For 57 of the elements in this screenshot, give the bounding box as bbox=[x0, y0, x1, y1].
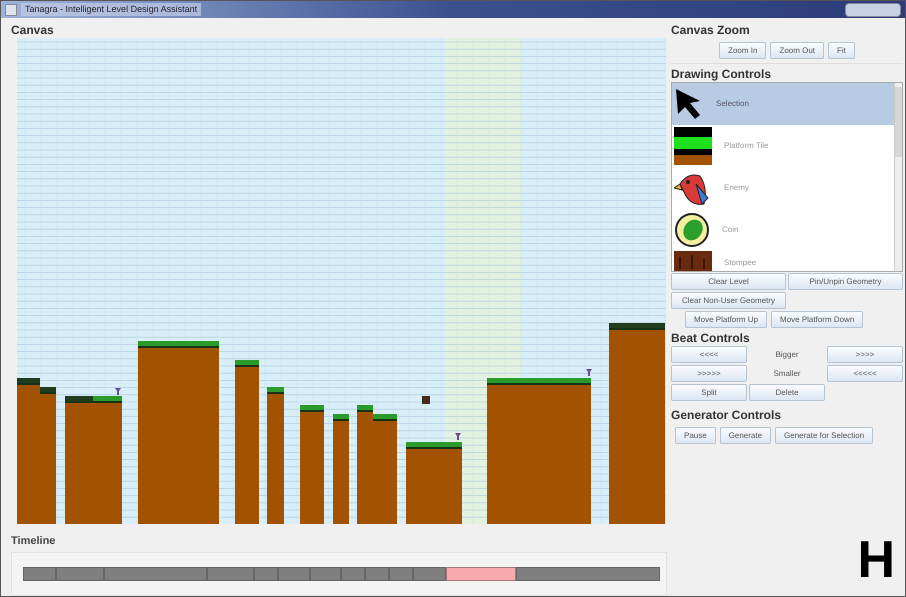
enemy-marker-icon[interactable] bbox=[115, 388, 121, 395]
timeline-beat[interactable] bbox=[446, 567, 516, 581]
app-icon bbox=[5, 4, 17, 16]
timeline-beat[interactable] bbox=[365, 567, 389, 581]
beat-size-label: Smaller bbox=[772, 368, 802, 380]
coin-icon bbox=[674, 212, 710, 248]
timeline-beat[interactable] bbox=[389, 567, 413, 581]
platform[interactable] bbox=[65, 396, 93, 524]
tool-list-item[interactable]: Selection bbox=[672, 83, 894, 125]
timeline-beat[interactable] bbox=[104, 567, 207, 581]
panel-title: Timeline bbox=[11, 534, 56, 548]
button[interactable]: <<<<< bbox=[827, 365, 903, 382]
button[interactable]: Clear Non-User Geometry bbox=[671, 292, 786, 309]
panel-title: Canvas bbox=[11, 22, 55, 38]
timeline-beat[interactable] bbox=[207, 567, 254, 581]
window-controls[interactable] bbox=[845, 2, 901, 16]
button[interactable]: Pause bbox=[675, 427, 716, 444]
figure-label: H bbox=[857, 534, 895, 586]
timeline-beat[interactable] bbox=[341, 567, 365, 581]
button[interactable]: >>>>> bbox=[671, 365, 747, 382]
enemy-marker-icon[interactable] bbox=[455, 433, 461, 440]
platform-tile-icon bbox=[674, 127, 712, 165]
button[interactable]: Fit bbox=[828, 42, 855, 59]
panel-title: Beat Controls bbox=[671, 330, 751, 346]
timeline-beat[interactable] bbox=[310, 567, 341, 581]
button[interactable]: Pin/Unpin Geometry bbox=[788, 273, 903, 290]
platform[interactable] bbox=[17, 378, 40, 524]
panel-title: Canvas Zoom bbox=[671, 22, 751, 38]
button[interactable]: Generate bbox=[720, 427, 772, 444]
button[interactable]: Move Platform Up bbox=[685, 311, 768, 328]
button[interactable]: <<<< bbox=[671, 346, 747, 363]
timeline-beat[interactable] bbox=[278, 567, 310, 581]
timeline-beat[interactable] bbox=[413, 567, 446, 581]
window-title: Tanagra - Intelligent Level Design Assistant bbox=[21, 2, 202, 16]
enemy-marker-icon[interactable] bbox=[586, 369, 592, 376]
button[interactable]: Move Platform Down bbox=[771, 311, 864, 328]
scrollbar[interactable] bbox=[894, 83, 902, 271]
block-icon bbox=[674, 251, 712, 271]
panel-title: Generator Controls bbox=[671, 407, 782, 423]
button[interactable]: >>>> bbox=[827, 346, 903, 363]
platform[interactable] bbox=[406, 442, 462, 524]
platform[interactable] bbox=[40, 387, 56, 524]
timeline-beat[interactable] bbox=[23, 567, 56, 581]
coin-marker[interactable] bbox=[422, 396, 430, 404]
button[interactable]: Clear Level bbox=[671, 273, 786, 290]
button[interactable]: Zoom In bbox=[719, 42, 766, 59]
button[interactable]: Zoom Out bbox=[770, 42, 824, 59]
beat-size-label: Bigger bbox=[774, 348, 800, 361]
timeline-beat[interactable] bbox=[254, 567, 278, 581]
level-canvas[interactable] bbox=[17, 38, 666, 524]
button[interactable]: Delete bbox=[749, 384, 825, 401]
panel-title: Drawing Controls bbox=[671, 66, 772, 82]
button[interactable]: Split bbox=[671, 384, 747, 401]
button[interactable]: Generate for Selection bbox=[775, 427, 874, 444]
platform[interactable] bbox=[609, 323, 665, 524]
timeline-beat[interactable] bbox=[516, 567, 660, 581]
timeline-beat[interactable] bbox=[56, 567, 104, 581]
